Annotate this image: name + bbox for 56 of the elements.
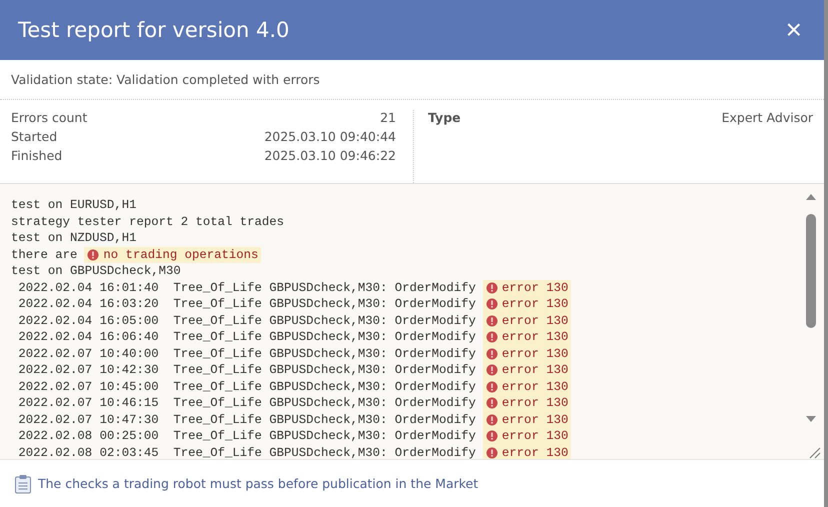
error-message: error 130 bbox=[482, 362, 572, 378]
log-entry: 2022.02.07 10:45:00 Tree_Of_Life GBPUSDcheck,M30: OrderModify bbox=[18, 378, 476, 395]
log-text: there are bbox=[11, 246, 78, 263]
error-message: error 130 bbox=[482, 395, 572, 412]
error-message: error 130 bbox=[482, 444, 572, 459]
error-message: error 130 bbox=[482, 428, 572, 444]
error-icon bbox=[486, 348, 498, 360]
market-checks-link[interactable]: The checks a trading robot must pass before publication in the Market bbox=[38, 476, 478, 491]
dialog-title: Test report for version 4.0 bbox=[18, 18, 290, 42]
error-icon bbox=[486, 446, 498, 459]
info-value: Expert Advisor bbox=[722, 110, 813, 125]
error-message: error 130 bbox=[482, 280, 572, 296]
error-icon bbox=[486, 414, 498, 426]
error-icon bbox=[87, 248, 100, 261]
error-icon bbox=[486, 314, 498, 327]
error-message: error 130 bbox=[482, 412, 572, 428]
log-entry: 2022.02.07 10:42:30 Tree_Of_Life GBPUSDcheck,M30: OrderModify bbox=[18, 362, 476, 378]
log-entry: 2022.02.07 10:47:30 Tree_Of_Life GBPUSDcheck,M30: OrderModify bbox=[18, 412, 476, 428]
validation-state: Validation state: Validation completed with errors bbox=[11, 72, 320, 87]
scroll-up-icon[interactable] bbox=[806, 194, 816, 200]
log-entry: 2022.02.04 16:06:40 Tree_Of_Life GBPUSDcheck,M30: OrderModify bbox=[18, 329, 476, 346]
clipboard-icon bbox=[14, 474, 32, 494]
info-value: 2025.03.10 09:40:44 bbox=[264, 129, 396, 144]
close-button[interactable]: × bbox=[784, 16, 804, 44]
log-line: test on EURUSD,H1 bbox=[11, 197, 136, 214]
scroll-down-icon[interactable] bbox=[806, 416, 816, 422]
error-icon bbox=[486, 397, 498, 410]
info-label: Finished bbox=[11, 148, 62, 163]
info-value: 21 bbox=[380, 110, 396, 125]
error-message: error 130 bbox=[482, 329, 572, 346]
log-entry: 2022.02.08 02:03:45 Tree_Of_Life GBPUSDcheck,M30: OrderModify bbox=[18, 444, 476, 459]
log-entry: 2022.02.04 16:01:40 Tree_Of_Life GBPUSDcheck,M30: OrderModify bbox=[18, 280, 476, 296]
log-line: test on NZDUSD,H1 bbox=[11, 230, 136, 246]
log-entry: 2022.02.04 16:05:00 Tree_Of_Life GBPUSDcheck,M30: OrderModify bbox=[18, 312, 476, 329]
error-message: error 130 bbox=[482, 378, 572, 395]
info-label: Errors count bbox=[11, 110, 88, 125]
error-message: error 130 bbox=[482, 312, 572, 329]
error-icon bbox=[486, 298, 498, 310]
log-entry: 2022.02.07 10:46:15 Tree_Of_Life GBPUSDcheck,M30: OrderModify bbox=[18, 395, 476, 412]
info-label: Started bbox=[11, 129, 58, 144]
log-line: strategy tester report 2 total trades bbox=[11, 214, 284, 230]
error-icon bbox=[486, 380, 498, 393]
info-label: Type bbox=[428, 110, 461, 125]
log-entry: 2022.02.04 16:03:20 Tree_Of_Life GBPUSDcheck,M30: OrderModify bbox=[18, 296, 476, 312]
error-icon bbox=[486, 282, 498, 294]
log-entry: 2022.02.07 10:40:00 Tree_Of_Life GBPUSDcheck,M30: OrderModify bbox=[18, 346, 476, 362]
scrollbar-thumb[interactable] bbox=[806, 214, 816, 328]
error-icon bbox=[486, 331, 498, 344]
log-line: test on GBPUSDcheck,M30 bbox=[11, 263, 181, 280]
info-value: 2025.03.10 09:46:22 bbox=[264, 148, 396, 163]
error-icon bbox=[486, 430, 498, 442]
error-message: no trading operations bbox=[84, 246, 262, 263]
error-message: error 130 bbox=[482, 346, 572, 362]
error-message: error 130 bbox=[482, 296, 572, 312]
error-icon bbox=[486, 364, 498, 376]
log-entry: 2022.02.08 00:25:00 Tree_Of_Life GBPUSDcheck,M30: OrderModify bbox=[18, 428, 476, 444]
